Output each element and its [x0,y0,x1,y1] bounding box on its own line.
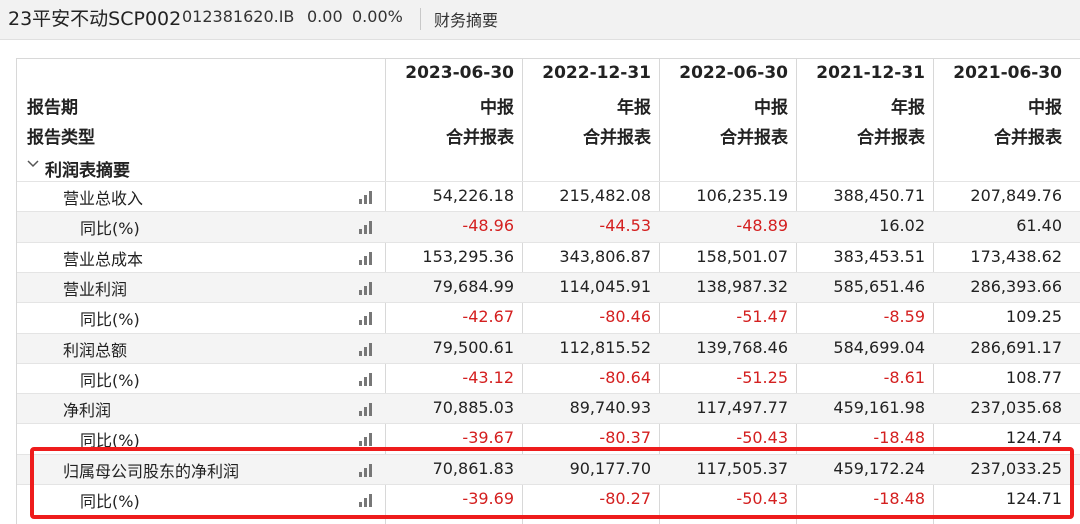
report-type-cell: 合并报表 [583,128,651,148]
bar-chart-icon[interactable] [359,281,375,295]
bar-chart-icon[interactable] [359,433,375,447]
report-type-label: 报告类型 [27,128,95,148]
report-period-cell: 年报 [617,98,651,118]
cell-value: 109.25 [1006,307,1062,327]
date-header: 2023-06-30 [405,63,514,83]
table-row[interactable]: 同比(%) -43.12 -80.64 -51.25 -8.61 108.77 [17,362,1080,393]
section-label: 利润表摘要 [45,161,130,181]
cell-value: 139,768.46 [696,337,788,357]
cell-value: 207,849.76 [970,186,1062,205]
row-label: 同比(%) [80,310,140,330]
table-row[interactable]: 营业利润 79,684.99 114,045.91 138,987.32 585,651… [17,271,1080,303]
cell-value: -48.89 [736,216,788,236]
cell-value: -8.59 [883,307,925,327]
cell-value: -39.67 [462,428,514,448]
cell-value: 54,226.18 [432,186,514,205]
cell-value: -50.43 [736,428,788,448]
row-label: 净利润 [63,401,112,421]
cell-value: 117,497.77 [696,398,788,418]
bar-chart-icon[interactable] [359,312,375,326]
cell-value: 112,815.52 [559,337,651,357]
report-period-cell: 年报 [891,98,925,118]
section-title[interactable]: 财务摘要 [434,7,498,31]
row-label: 利润总额 [63,340,128,360]
section-row-income-statement[interactable]: 利润表摘要 [17,150,1080,181]
bond-code: 012381620.IB [182,7,295,26]
cell-value: -42.67 [462,307,514,327]
cell-value: 138,987.32 [696,276,788,296]
table-header: 报告期 报告类型 2023-06-30 中报合并报表 2022-12-31 年报合并报… [17,59,1080,149]
cell-value: 124.74 [1006,428,1062,448]
cell-value: 16.02 [879,216,925,236]
table-row[interactable]: 利润总额 79,500.61 112,815.52 139,768.46 584,699… [17,332,1080,363]
cell-value: 89,740.93 [569,398,651,418]
cell-value: 383,453.51 [833,246,925,266]
cell-value: -44.53 [599,216,651,236]
cell-value: 108.77 [1006,367,1062,387]
date-header: 2022-06-30 [679,63,788,83]
cell-value: 106,235.19 [696,186,788,205]
table-row[interactable]: 同比(%) -42.67 -80.46 -51.47 -8.59 109.25 [17,302,1080,332]
cell-value: 584,699.04 [833,337,925,357]
bar-chart-icon[interactable] [359,342,375,356]
cell-value: 153,295.36 [422,246,514,266]
cell-value: -80.37 [599,428,651,448]
report-type-cell: 合并报表 [446,128,514,148]
cell-value: 114,045.91 [559,276,651,296]
row-label: 营业总成本 [63,249,144,269]
date-header: 2021-12-31 [816,63,925,83]
highlight-box [30,447,1074,519]
row-label: 营业总收入 [63,189,144,208]
row-label: 同比(%) [80,219,140,239]
bar-chart-icon[interactable] [359,191,375,204]
cell-value: 343,806.87 [559,246,651,266]
cell-value: -43.12 [462,367,514,387]
cell-value: 215,482.08 [559,186,651,205]
report-period-label: 报告期 [27,98,78,118]
cell-value: -18.48 [873,428,925,448]
cell-value: -8.61 [883,367,925,387]
table-row[interactable]: 营业总成本 153,295.36 343,806.87 158,501.07 383,4… [17,241,1080,272]
report-type-cell: 合并报表 [720,128,788,148]
cell-value: 61.40 [1016,216,1062,236]
cell-value: 388,450.71 [833,186,925,205]
bar-chart-icon[interactable] [359,372,375,386]
cell-value: -51.47 [736,307,788,327]
table-row[interactable]: 净利润 70,885.03 89,740.93 117,497.77 459,161.9… [17,393,1080,424]
cell-value: 237,035.68 [970,398,1062,418]
header-divider [420,8,421,30]
cell-value: 70,885.03 [432,398,514,418]
title-bar: 23平安不动SCP002 012381620.IB 0.00 0.00% 财务摘… [0,0,1080,40]
report-period-cell: 中报 [754,98,788,118]
bond-price: 0.00 [307,7,343,26]
cell-value: 459,161.98 [833,398,925,418]
cell-value: 79,500.61 [432,337,514,357]
cell-value: 173,438.62 [970,246,1062,266]
bond-name: 23平安不动SCP002 [8,8,182,30]
chevron-down-icon[interactable] [26,159,40,169]
report-type-cell: 合并报表 [994,128,1062,148]
cell-value: 79,684.99 [432,276,514,296]
cell-value: 286,393.66 [970,276,1062,296]
date-header: 2021-06-30 [953,63,1062,83]
row-label: 营业利润 [63,279,128,299]
bar-chart-icon[interactable] [359,221,375,235]
date-header: 2022-12-31 [542,63,651,83]
report-period-cell: 中报 [1028,98,1062,118]
row-label: 同比(%) [80,370,140,390]
cell-value: -80.46 [599,307,651,327]
report-period-cell: 中报 [480,98,514,118]
bond-change-pct: 0.00% [352,7,403,26]
bar-chart-icon[interactable] [359,403,375,417]
table-row[interactable]: 同比(%) -48.96 -44.53 -48.89 16.02 61.40 [17,211,1080,242]
bar-chart-icon[interactable] [359,251,375,265]
cell-value: -48.96 [462,216,514,236]
report-type-cell: 合并报表 [857,128,925,148]
cell-value: -80.64 [599,367,651,387]
cell-value: 585,651.46 [833,276,925,296]
cell-value: 286,691.17 [970,337,1062,357]
cell-value: 158,501.07 [696,246,788,266]
cell-value: -51.25 [736,367,788,387]
table-row[interactable]: 营业总收入 54,226.18 215,482.08 106,235.19 388,45… [17,181,1080,211]
